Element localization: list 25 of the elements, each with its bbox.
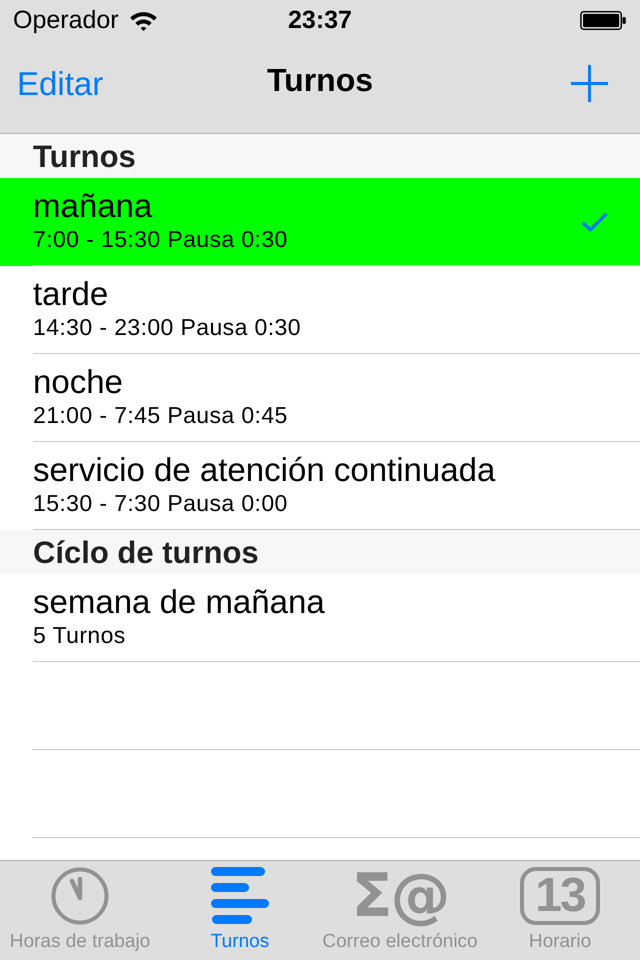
row-title: tarde xyxy=(33,274,110,312)
row-title: noche xyxy=(33,362,124,400)
row-subtitle: 7:00 - 15:30 Pausa 0:30 xyxy=(33,224,289,252)
row-subtitle: 21:00 - 7:45 Pausa 0:45 xyxy=(33,400,289,428)
nav-title: Turnos xyxy=(266,62,374,99)
row-title: mañana xyxy=(33,186,154,224)
row-subtitle: 14:30 - 23:00 Pausa 0:30 xyxy=(33,312,302,340)
section-header: Cíclo de turnos xyxy=(0,530,640,574)
bars-icon xyxy=(210,867,270,925)
row-title: semana de mañana xyxy=(33,582,326,620)
row-subtitle: 15:30 - 7:30 Pausa 0:00 xyxy=(33,488,289,516)
section-header: Turnos xyxy=(0,134,640,178)
clock-icon xyxy=(51,867,109,925)
status-time: 23:37 xyxy=(288,6,352,34)
list-row[interactable]: mañana 7:00 - 15:30 Pausa 0:30 xyxy=(0,178,640,266)
plus-icon xyxy=(571,65,608,102)
sigma-at-icon: Σ@ xyxy=(352,867,448,925)
wifi-icon xyxy=(128,10,158,30)
row-subtitle: 5 Turnos xyxy=(33,620,127,648)
add-button[interactable] xyxy=(571,65,608,102)
checkmark-icon xyxy=(581,212,608,232)
row-title: servicio de atención continuada xyxy=(33,450,496,488)
battery-icon xyxy=(580,10,626,30)
calendar-icon: 13 xyxy=(520,867,600,925)
carrier-name: Operador xyxy=(13,6,119,34)
